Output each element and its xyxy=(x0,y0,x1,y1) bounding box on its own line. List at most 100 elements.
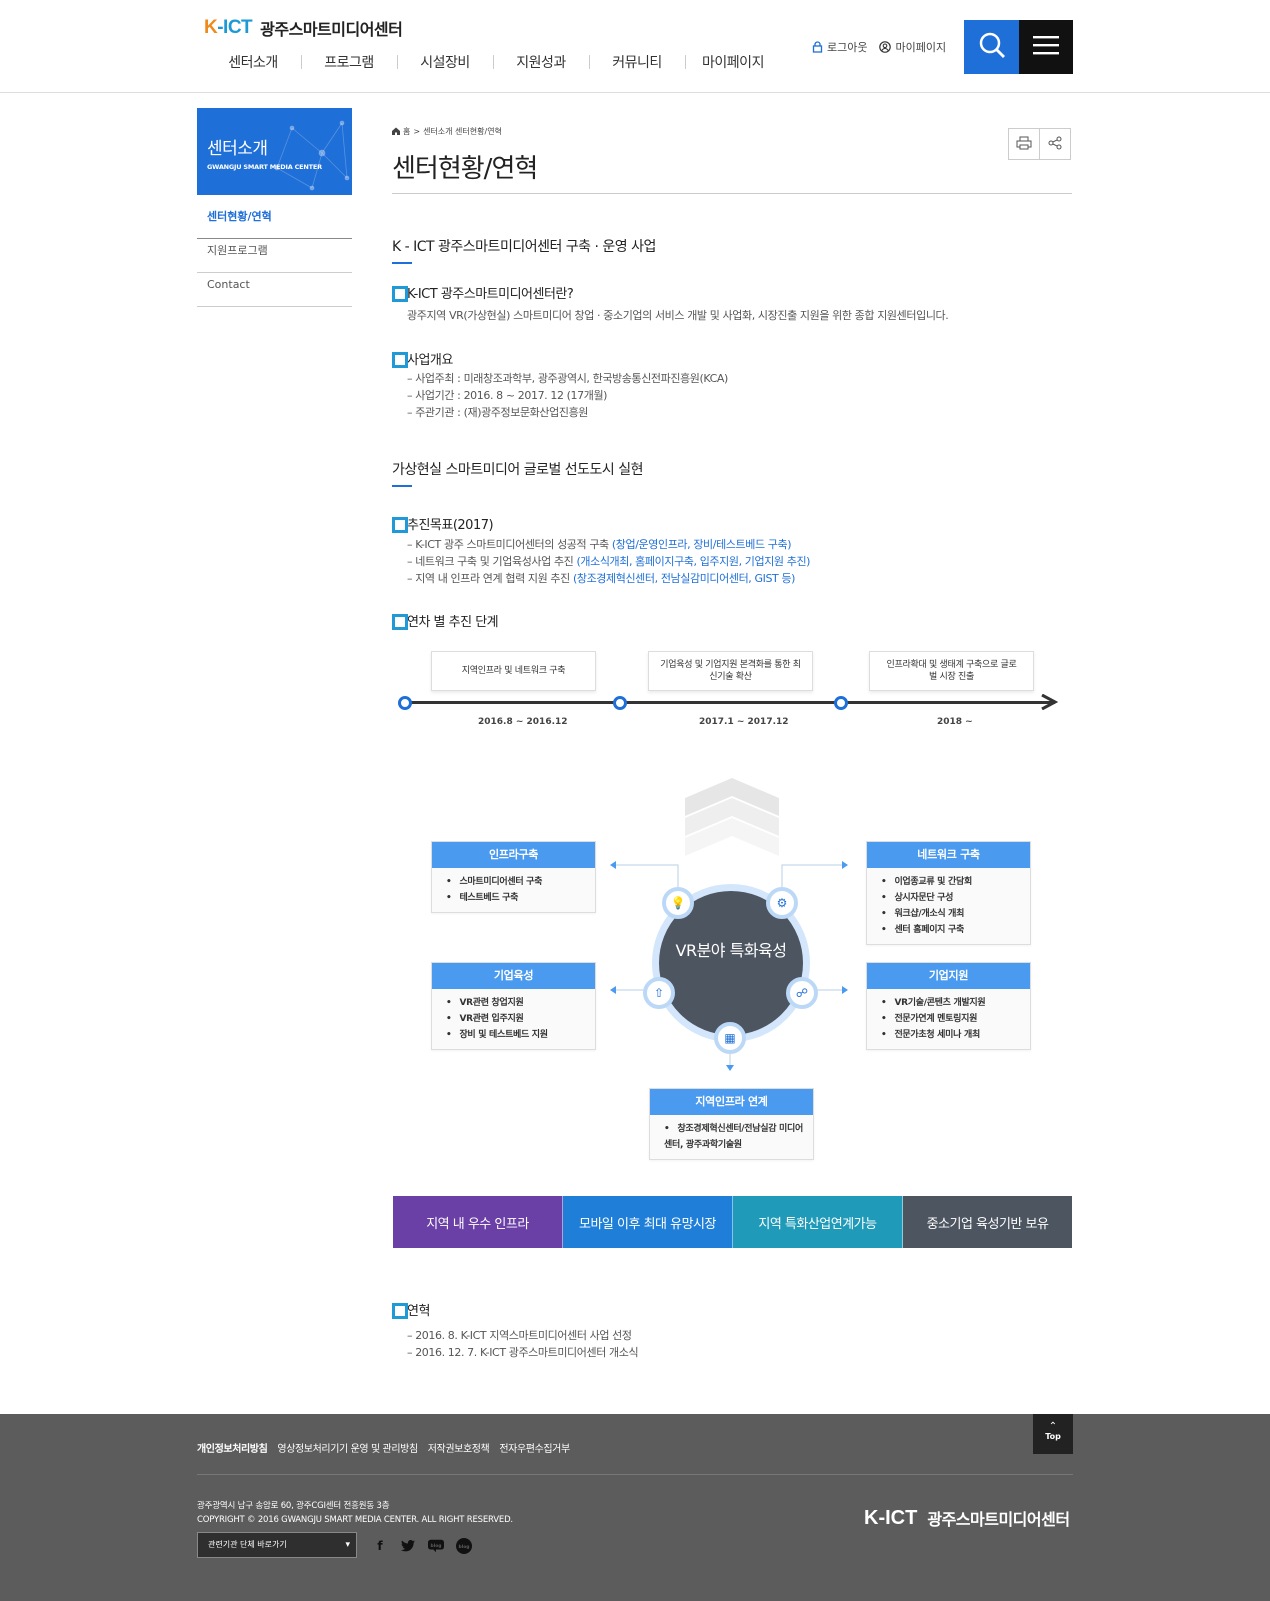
global-nav: 센터소개 프로그램 시설장비 지원성과 커뮤니티 마이페이지 xyxy=(205,52,781,72)
title-divider xyxy=(392,193,1072,194)
goal-item: – 네트워크 구축 및 기업육성사업 추진 (개소식개최, 홈페이지구축, 입주… xyxy=(407,555,811,568)
footer-link-cctv[interactable]: 영상정보처리기기 운영 및 관리방침 xyxy=(277,1440,418,1455)
lnb-item-status[interactable]: 센터현황/연혁 xyxy=(197,205,352,239)
gnb-item-program[interactable]: 프로그램 xyxy=(301,52,397,72)
footer: 개인정보처리방침 영상정보처리기기 운영 및 관리방침 저작권보호정책 전자우편… xyxy=(0,1414,1270,1601)
card-growth: 기업육성 VR관련 창업지원 VR관련 입주지원 장비 및 테스트베드 지원 xyxy=(431,962,596,1050)
footer-links: 개인정보처리방침 영상정보처리기기 운영 및 관리방침 저작권보호정책 전자우편… xyxy=(197,1440,570,1455)
list-item: VR관련 입주지원 xyxy=(446,1011,595,1027)
footer-address: 광주광역시 남구 송암로 60, 광주CGI센터 전흥원동 3층 COPYRIG… xyxy=(197,1499,513,1527)
band-cell-1: 지역 내 우수 인프라 xyxy=(393,1196,563,1248)
arrow-right-icon xyxy=(1040,693,1059,714)
timeline-dot xyxy=(398,696,412,710)
page-title: 센터현황/연혁 xyxy=(392,154,538,184)
stage-box-2: 기업육성 및 기업지원 본격화를 통한 최신기술 확산 xyxy=(648,651,813,691)
stage-box-1: 지역인프라 및 네트워크 구축 xyxy=(431,651,596,691)
card-infra: 인프라구축 스마트미디어센터 구축 테스트베드 구축 xyxy=(431,841,596,913)
share-icon xyxy=(1048,135,1062,154)
blog-circle-icon[interactable]: blog xyxy=(456,1538,472,1554)
menu-button[interactable] xyxy=(1019,20,1073,74)
subsection-overview: 사업개요 xyxy=(392,349,453,368)
user-icon xyxy=(879,40,892,56)
share-button[interactable] xyxy=(1039,128,1071,160)
feature-band: 지역 내 우수 인프라 모바일 이후 최대 유망시장 지역 특화산업연계가능 중… xyxy=(393,1196,1072,1248)
card-network: 네트워크 구축 이업종교류 및 간담회 상시자문단 구성 워크샵/개소식 개최 … xyxy=(866,841,1031,945)
gnb-item-results[interactable]: 지원성과 xyxy=(493,52,589,72)
list-item: VR관련 창업지원 xyxy=(446,995,595,1011)
center-label: VR분야 특화육성 xyxy=(675,941,787,960)
scroll-top-button[interactable]: ⌃ Top xyxy=(1033,1414,1073,1454)
logo-kict: K-ICT xyxy=(204,17,253,39)
gnb-item-community[interactable]: 커뮤니티 xyxy=(589,52,685,72)
print-button[interactable] xyxy=(1008,128,1040,160)
history-list: – 2016. 8. K-ICT 지역스마트미디어센터 사업 선정 – 2016… xyxy=(407,1327,639,1361)
building-icon: ▦ xyxy=(714,1022,746,1054)
blog-icon[interactable]: blog xyxy=(428,1538,444,1554)
list-item: 전문가연계 멘토링지원 xyxy=(881,1011,1030,1027)
card-growth-title: 기업육성 xyxy=(432,963,595,989)
card-support: 기업지원 VR기술/콘텐츠 개발지원 전문가연계 멘토링지원 전문가초청 세미나… xyxy=(866,962,1031,1050)
gnb-item-facility[interactable]: 시설장비 xyxy=(397,52,493,72)
footer-link-copyright[interactable]: 저작권보호정책 xyxy=(428,1440,490,1455)
overview-item: – 사업기간 : 2016. 8 ~ 2017. 12 (17개월) xyxy=(407,389,608,402)
footer-link-privacy[interactable]: 개인정보처리방침 xyxy=(197,1440,268,1455)
list-item: 장비 및 테스트베드 지원 xyxy=(446,1027,595,1043)
copyright-text: COPYRIGHT © 2016 GWANGJU SMART MEDIA CEN… xyxy=(197,1515,513,1525)
gnb-item-center[interactable]: 센터소개 xyxy=(205,52,301,72)
logout-label: 로그아웃 xyxy=(827,41,868,54)
list-item: 전문가초청 세미나 개최 xyxy=(881,1027,1030,1043)
band-cell-3: 지역 특화산업연계가능 xyxy=(733,1196,903,1248)
logout-link[interactable]: 로그아웃 xyxy=(812,39,867,56)
lock-icon xyxy=(812,40,823,56)
list-item: 스마트미디어센터 구축 xyxy=(446,874,595,890)
side-visual: 센터소개 GWANGJU SMART MEDIA CENTER xyxy=(197,108,352,195)
stage-date-1: 2016.8 ~ 2016.12 xyxy=(478,717,568,727)
list-item: 창조경제혁신센터/전남실감 미디어센터, 광주과학기술원 xyxy=(664,1121,813,1153)
timeline-line xyxy=(405,701,1055,704)
facebook-icon[interactable]: f xyxy=(372,1538,388,1554)
logo-ict: -ICT xyxy=(217,17,253,38)
page: K-ICT 광주스마트미디어센터 센터소개 프로그램 시설장비 지원성과 커뮤니… xyxy=(0,0,1270,1601)
lightbulb-icon: 💡 xyxy=(662,887,694,919)
lnb-item-program[interactable]: 지원프로그램 xyxy=(197,239,352,273)
stage-date-2: 2017.1 ~ 2017.12 xyxy=(699,717,789,727)
sns-links: f blog blog xyxy=(372,1538,472,1554)
subsection-history: 연혁 xyxy=(392,1300,430,1319)
card-region: 지역인프라 연계 창조경제혁신센터/전남실감 미디어센터, 광주과학기술원 xyxy=(649,1088,814,1160)
subsection-what-is: K-ICT 광주스마트미디어센터란? xyxy=(392,283,574,302)
twitter-icon[interactable] xyxy=(400,1538,416,1554)
list-item: VR기술/콘텐츠 개발지원 xyxy=(881,995,1030,1011)
related-sites-select[interactable]: 관련기관 단체 바로가기 xyxy=(197,1532,357,1558)
goal-item: – K-ICT 광주 스마트미디어센터의 성공적 구축 (창업/운영인프라, 장… xyxy=(407,538,792,551)
goals-list: – K-ICT 광주 스마트미디어센터의 성공적 구축 (창업/운영인프라, 장… xyxy=(407,536,810,587)
subsection-stages: 연차 별 추진 단계 xyxy=(392,611,499,630)
lnb-item-contact[interactable]: Contact xyxy=(197,273,352,307)
chevron-up-icon xyxy=(685,778,779,862)
address-text: 광주광역시 남구 송암로 60, 광주CGI센터 전흥원동 3층 xyxy=(197,1501,390,1511)
site-logo[interactable]: K-ICT 광주스마트미디어센터 xyxy=(204,16,403,40)
breadcrumb-home[interactable]: 홈 xyxy=(403,126,410,137)
people-icon: ☍ xyxy=(786,977,818,1009)
network-icon: ⚙ xyxy=(766,887,798,919)
band-cell-4: 중소기업 육성기반 보유 xyxy=(903,1196,1072,1248)
card-infra-title: 인프라구축 xyxy=(432,842,595,868)
home-icon xyxy=(392,127,400,137)
goal-item: – 지역 내 인프라 연계 협력 지원 추진 (창조경제혁신센터, 전남실감미디… xyxy=(407,572,796,585)
logo-name: 광주스마트미디어센터 xyxy=(260,20,403,39)
header: K-ICT 광주스마트미디어센터 센터소개 프로그램 시설장비 지원성과 커뮤니… xyxy=(0,0,1270,93)
overview-item: – 사업주최 : 미래창조과학부, 광주광역시, 한국방송통신전파진흥원(KCA… xyxy=(407,372,728,385)
footer-logo: K-ICT 광주스마트미디어센터 xyxy=(864,1506,1070,1530)
band-cell-2: 모바일 이후 최대 유망시장 xyxy=(563,1196,733,1248)
list-item: 워크샵/개소식 개최 xyxy=(881,906,1030,922)
card-support-title: 기업지원 xyxy=(867,963,1030,989)
gnb-item-mypage[interactable]: 마이페이지 xyxy=(685,52,781,72)
search-button[interactable] xyxy=(964,20,1019,74)
page-tools xyxy=(1008,128,1071,160)
footer-logo-name: 광주스마트미디어센터 xyxy=(927,1510,1070,1529)
timeline-dot xyxy=(613,696,627,710)
stage-date-3: 2018 ~ xyxy=(937,717,973,727)
section-title-vision: 가상현실 스마트미디어 글로벌 선도도시 실현 xyxy=(392,459,644,487)
footer-link-email[interactable]: 전자우편수집거부 xyxy=(499,1440,570,1455)
mypage-link[interactable]: 마이페이지 xyxy=(879,39,946,56)
search-icon xyxy=(978,31,1006,63)
